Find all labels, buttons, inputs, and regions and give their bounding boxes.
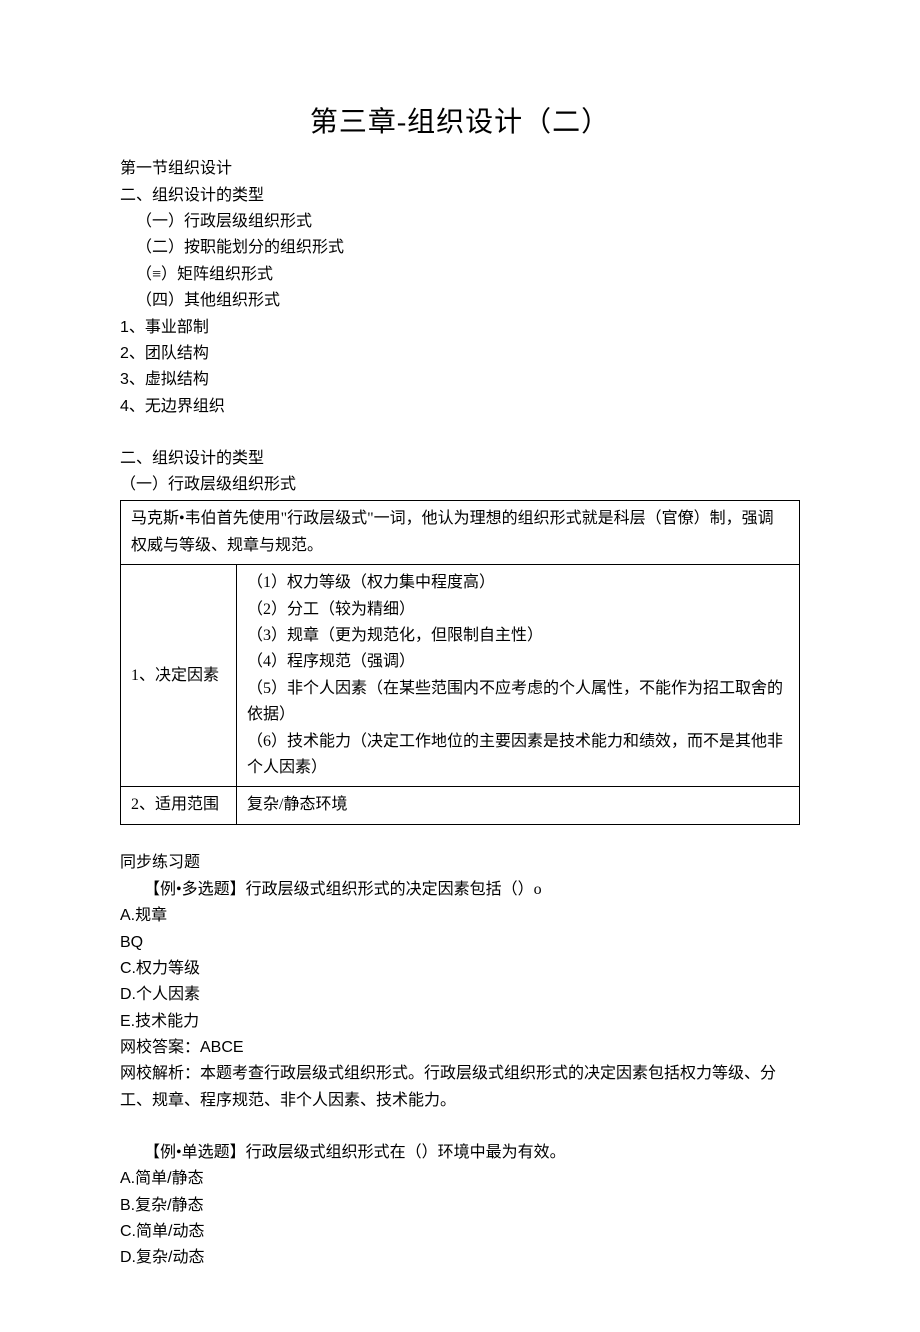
list-item: 1、事业部制 [120,315,800,341]
factor-line: （1）权力等级（权力集中程度高） [247,570,789,596]
option: C.权力等级 [120,956,800,982]
option: BQ [120,930,800,956]
section-heading: 第一节组织设计 [120,156,800,182]
option: C.简单/动态 [120,1219,800,1245]
table-row: 马克斯•韦伯首先使用"行政层级式"一词，他认为理想的组织形式就是科层（官僚）制，… [121,501,800,565]
table-value-cell: （1）权力等级（权力集中程度高） （2）分工（较为精细） （3）规章（更为规范化… [237,565,800,787]
subheading: 二、组织设计的类型 [120,446,800,472]
page-title: 第三章-组织设计（二） [120,100,800,146]
option: D.复杂/动态 [120,1245,800,1271]
exercise-heading: 同步练习题 [120,850,800,876]
option: E.技术能力 [120,1009,800,1035]
factor-line: （6）技术能力（决定工作地位的主要因素是技术能力和绩效，而不是其他非个人因素） [247,729,789,782]
option: A.简单/静态 [120,1166,800,1192]
list-item: 3、虚拟结构 [120,367,800,393]
table-row: 2、适用范围 复杂/静态环境 [121,787,800,824]
option: B.复杂/静态 [120,1193,800,1219]
table-value-cell: 复杂/静态环境 [237,787,800,824]
factor-line: （4）程序规范（强调） [247,649,789,675]
table-label-cell: 2、适用范围 [121,787,237,824]
factor-line: （5）非个人因素（在某些范围内不应考虑的个人属性，不能作为招工取舍的依据） [247,676,789,729]
list-item: （四）其他组织形式 [120,288,800,314]
question-stem: 【例•单选题】行政层级式组织形式在（）环境中最为有效。 [120,1140,800,1166]
list-item: 4、无边界组织 [120,394,800,420]
table-row: 1、决定因素 （1）权力等级（权力集中程度高） （2）分工（较为精细） （3）规… [121,565,800,787]
list-item: （≡）矩阵组织形式 [120,262,800,288]
option: A.规章 [120,903,800,929]
factor-line: （3）规章（更为规范化，但限制自主性） [247,623,789,649]
list-item: （一）行政层级组织形式 [120,472,800,498]
list-item: （一）行政层级组织形式 [120,209,800,235]
option: D.个人因素 [120,982,800,1008]
explanation: 网校解析：本题考查行政层级式组织形式。行政层级式组织形式的决定因素包括权力等级、… [120,1061,800,1114]
question-stem: 【例•多选题】行政层级式组织形式的决定因素包括（）o [120,877,800,903]
content-table: 马克斯•韦伯首先使用"行政层级式"一词，他认为理想的组织形式就是科层（官僚）制，… [120,500,800,824]
factor-line: （2）分工（较为精细） [247,597,789,623]
answer: 网校答案：ABCE [120,1035,800,1061]
table-intro-cell: 马克斯•韦伯首先使用"行政层级式"一词，他认为理想的组织形式就是科层（官僚）制，… [121,501,800,565]
subheading: 二、组织设计的类型 [120,183,800,209]
table-label-cell: 1、决定因素 [121,565,237,787]
list-item: 2、团队结构 [120,341,800,367]
list-item: （二）按职能划分的组织形式 [120,235,800,261]
